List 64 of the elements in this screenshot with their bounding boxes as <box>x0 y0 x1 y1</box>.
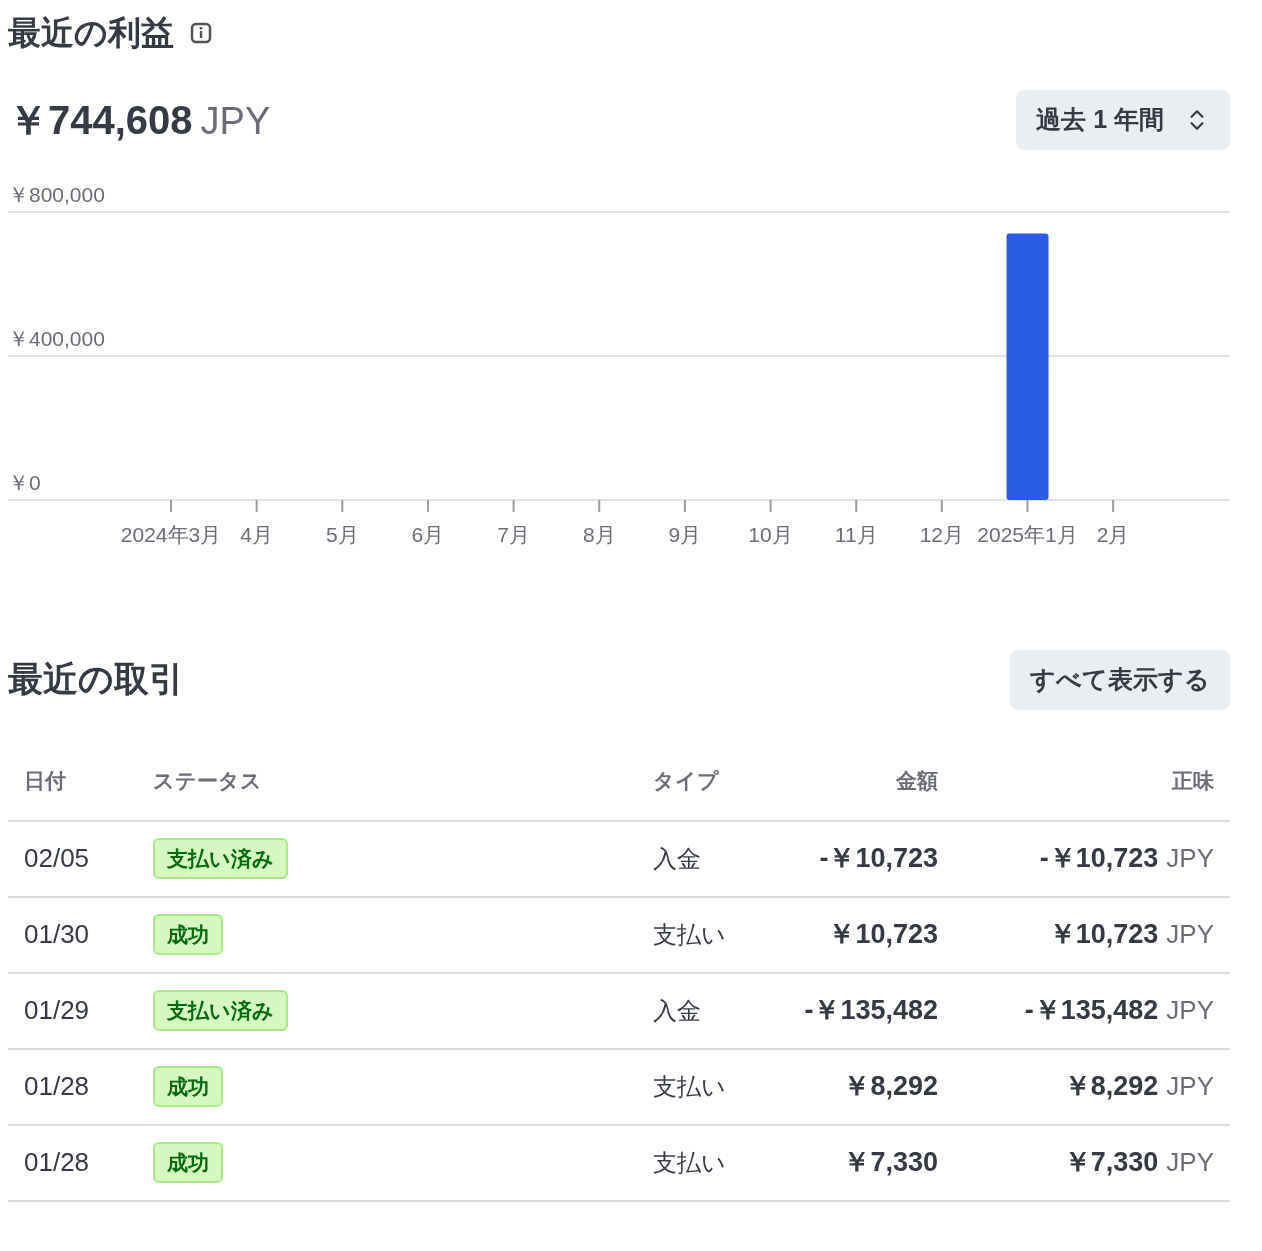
period-select[interactable]: 過去 1 年間 <box>1016 89 1230 150</box>
table-cell: 入金 <box>653 973 773 1050</box>
net-amount: ￥8,292 <box>1063 1070 1159 1104</box>
y-axis-label: ￥800,000 <box>8 182 105 206</box>
x-axis-tick <box>512 498 515 513</box>
x-axis-label: 2025年1月 <box>977 522 1078 546</box>
earnings-amount: ￥744,608 <box>8 96 193 144</box>
x-axis-tick <box>426 498 429 513</box>
x-axis-tick <box>598 498 601 513</box>
column-header: 正味 <box>938 741 1230 822</box>
currency-label: JPY <box>1166 918 1214 951</box>
x-axis-tick <box>1026 498 1029 513</box>
status-badge: 支払い済み <box>153 989 288 1032</box>
status-badge: 支払い済み <box>153 837 288 880</box>
table-cell: -￥10,723 <box>773 821 938 898</box>
currency-label: JPY <box>1166 1070 1214 1103</box>
info-icon <box>190 21 212 44</box>
x-axis-tick <box>341 498 344 513</box>
net-amount: ￥7,330 <box>1063 1146 1159 1180</box>
net-amount: -￥135,482 <box>1024 994 1159 1028</box>
x-axis-label: 4月 <box>240 522 273 546</box>
currency-label: JPY <box>1166 842 1214 875</box>
x-axis-label: 7月 <box>497 522 530 546</box>
currency-label: JPY <box>1166 994 1214 1027</box>
column-header: ステータス <box>153 741 653 822</box>
net-amount: -￥10,723 <box>1039 842 1159 876</box>
table-cell: 支払い <box>653 1049 773 1126</box>
section-title: 最近の取引 <box>8 658 184 701</box>
y-axis-label: ￥0 <box>8 470 41 494</box>
x-axis-label: 5月 <box>325 522 359 546</box>
x-axis-label: 9月 <box>668 522 702 546</box>
x-axis-tick <box>855 498 858 513</box>
x-axis-label: 6月 <box>411 522 445 546</box>
table-cell: 支払い <box>653 897 773 974</box>
column-header: 金額 <box>773 741 938 822</box>
currency-label: JPY <box>200 98 271 144</box>
status-badge: 成功 <box>153 1065 223 1108</box>
x-axis-label: 2024年3月 <box>120 522 222 546</box>
table-cell: 支払い <box>653 1125 773 1202</box>
net-amount: ￥10,723 <box>1048 918 1159 952</box>
x-axis-label: 10月 <box>748 522 793 546</box>
x-axis-tick <box>769 498 772 513</box>
currency-label: JPY <box>1166 1146 1214 1179</box>
x-axis-tick <box>940 498 943 513</box>
x-axis-label: 2月 <box>1096 522 1130 546</box>
status-badge: 成功 <box>153 913 223 956</box>
x-axis-tick <box>255 498 258 513</box>
view-all-button[interactable]: すべて表示する <box>1010 649 1230 710</box>
y-axis-label: ￥400,000 <box>8 326 105 350</box>
column-header: 日付 <box>8 741 153 822</box>
x-axis-label: 8月 <box>582 522 616 546</box>
table-cell: ￥7,330 <box>773 1125 938 1202</box>
x-axis-label: 12月 <box>919 522 965 546</box>
x-axis-label: 11月 <box>834 522 878 546</box>
table-cell: -￥135,482 <box>773 973 938 1050</box>
x-axis-tick <box>683 498 686 513</box>
status-badge: 成功 <box>153 1141 223 1184</box>
table-cell: ￥10,723 <box>773 897 938 974</box>
column-header: タイプ <box>653 741 773 822</box>
x-axis-tick <box>170 498 172 513</box>
table-cell: 入金 <box>653 821 773 898</box>
x-axis-tick <box>1112 498 1115 513</box>
table-cell: ￥8,292 <box>773 1049 938 1126</box>
section-title: 最近の利益 <box>8 13 174 53</box>
